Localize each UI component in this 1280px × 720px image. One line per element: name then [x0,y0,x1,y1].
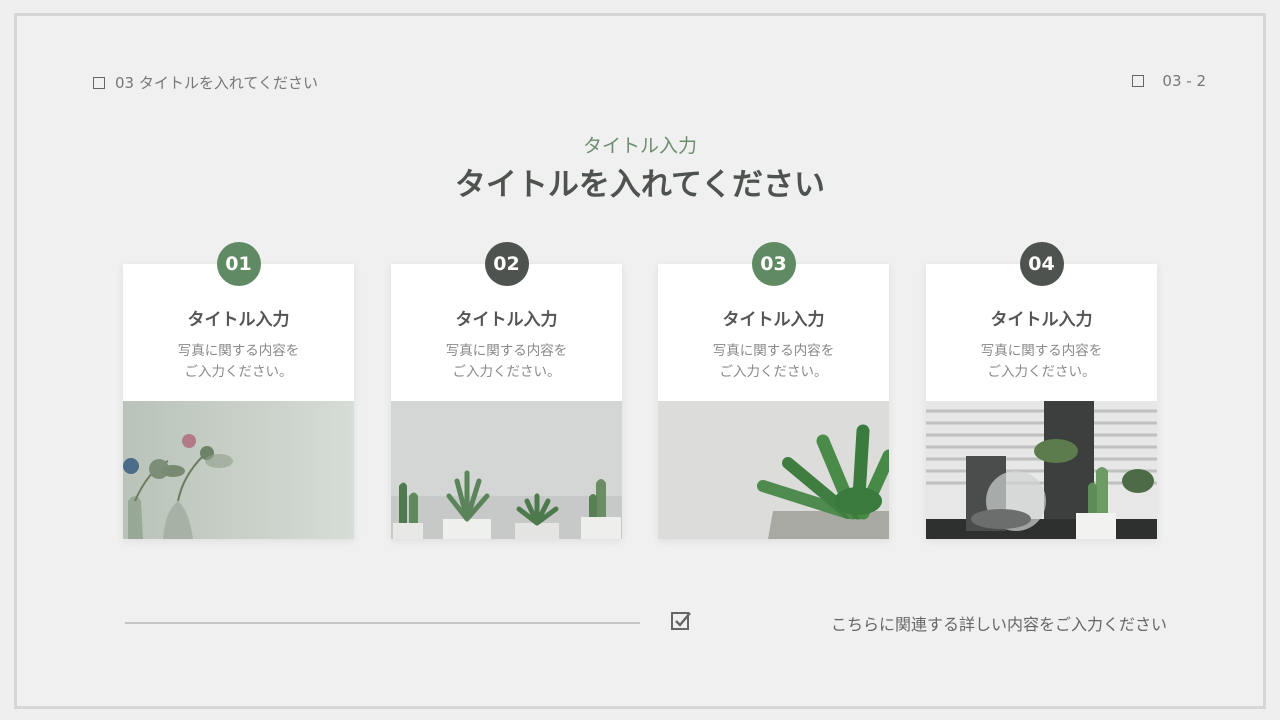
page-number: 03 - 2 [1162,72,1206,90]
photo-flowers-in-vases [123,401,354,539]
photo-succulent [658,401,889,539]
square-icon [93,76,105,89]
photo-terrarium-shelf [926,401,1157,539]
card-title: タイトル入力 [722,310,825,330]
card-desc-line: 写真に関する内容を [712,343,835,359]
card-title: タイトル入力 [187,310,290,330]
card-description: 写真に関する内容を ご入力ください。 [123,341,354,383]
card-desc-line: 写真に関する内容を [445,343,568,359]
divider-line [125,622,640,624]
card-1: 01 タイトル入力 写真に関する内容を ご入力ください。 [123,242,354,539]
footer-description: こちらに関連する詳しい内容をご入力ください [830,615,1167,634]
card-number-badge: 04 [1019,242,1064,286]
card-description: 写真に関する内容を ご入力ください。 [658,341,889,383]
card-desc-line: ご入力ください。 [987,364,1096,380]
card-number-badge: 01 [216,242,261,286]
card-desc-line: ご入力ください。 [184,364,293,380]
checkbox-checked-icon [670,610,692,636]
card-3: 03 タイトル入力 写真に関する内容を ご入力ください。 [658,242,889,539]
card-number-badge: 03 [751,242,796,286]
card-description: 写真に関する内容を ご入力ください。 [926,341,1157,383]
card-desc-line: ご入力ください。 [452,364,561,380]
slide-subtitle: タイトル入力 [582,135,697,157]
slide-frame: 03 タイトルを入れてください 03 - 2 タイトル入力 タイトルを入れてくだ… [14,13,1266,709]
card-4: 04 タイトル入力 写真に関する内容を ご入力ください。 [926,242,1157,539]
card-desc-line: ご入力ください。 [719,364,828,380]
card-title: タイトル入力 [455,310,558,330]
card-description: 写真に関する内容を ご入力ください。 [391,341,622,383]
card-number-badge: 02 [484,242,529,286]
section-label: 03 タイトルを入れてください [115,74,318,92]
photo-cacti-row [391,401,622,539]
card-2: 02 タイトル入力 写真に関する内容を ご入力ください。 [391,242,622,539]
slide-title: タイトルを入れてください [454,167,826,203]
card-desc-line: 写真に関する内容を [177,343,300,359]
section-header: 03 タイトルを入れてください [93,72,318,93]
card-desc-line: 写真に関する内容を [980,343,1103,359]
page-number-header: 03 - 2 [1132,72,1206,90]
card-title: タイトル入力 [990,310,1093,330]
square-icon [1132,75,1145,87]
